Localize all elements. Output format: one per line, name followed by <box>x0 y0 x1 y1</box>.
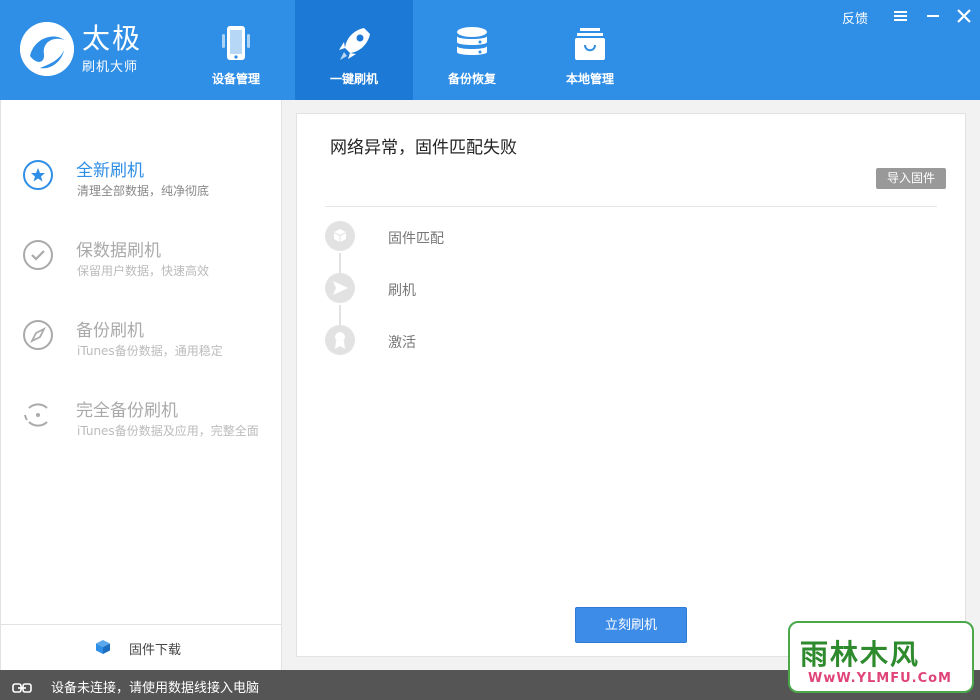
flash-now-button[interactable]: 立刻刷机 <box>575 607 687 643</box>
mode-title: 保数据刷机 <box>76 241 161 261</box>
box-icon <box>325 221 355 251</box>
divider <box>325 206 937 207</box>
firmware-download-button[interactable]: 固件下载 <box>1 624 282 670</box>
mode-subtitle: 保留用户数据，快速高效 <box>77 264 210 278</box>
watermark-url: WwW.YLMFU.CoM <box>808 671 952 686</box>
mode-keep-data-flash[interactable]: 保数据刷机 保留用户数据，快速高效 <box>1 230 282 300</box>
link-icon <box>12 679 32 693</box>
taiji-logo-icon <box>20 22 74 76</box>
app-logo: 太极 刷机大师 <box>20 22 160 78</box>
star-circle-icon <box>21 158 55 192</box>
connection-status: 设备未连接，请使用数据线接入电脑 <box>51 681 260 696</box>
flash-mode-sidebar: 全新刷机 清理全部数据，纯净彻底 保数据刷机 保留用户数据，快速高效 备份刷机 … <box>0 100 282 670</box>
mode-full-backup-flash[interactable]: 完全备份刷机 iTunes备份数据及应用，完整全面 <box>1 390 282 460</box>
watermark-logo: 雨林木风 WwW.YLMFU.CoM <box>788 621 974 693</box>
step-activate: 激活 <box>325 325 625 357</box>
mode-title: 全新刷机 <box>76 161 144 181</box>
step-connector <box>339 253 341 273</box>
bag-icon <box>572 24 608 64</box>
tab-label: 本地管理 <box>565 72 614 86</box>
sync-circle-icon <box>21 398 55 432</box>
minimize-icon[interactable] <box>922 6 944 26</box>
tab-label: 一键刷机 <box>329 72 378 86</box>
mode-title: 备份刷机 <box>76 321 144 341</box>
database-icon <box>454 24 490 64</box>
watermark-title: 雨林木风 <box>800 638 921 671</box>
logo-subtitle: 刷机大师 <box>82 60 139 75</box>
mode-backup-flash[interactable]: 备份刷机 iTunes备份数据，通用稳定 <box>1 310 282 380</box>
mode-clean-flash[interactable]: 全新刷机 清理全部数据，纯净彻底 <box>1 150 282 220</box>
tab-label: 设备管理 <box>211 72 260 86</box>
rocket-icon <box>336 24 372 64</box>
step-connector <box>339 305 341 325</box>
tab-device-management[interactable]: 设备管理 <box>177 0 295 100</box>
send-icon <box>325 273 355 303</box>
mode-title: 完全备份刷机 <box>76 401 178 421</box>
mode-subtitle: 清理全部数据，纯净彻底 <box>77 184 210 198</box>
tab-local-management[interactable]: 本地管理 <box>531 0 649 100</box>
cube-icon <box>95 639 111 655</box>
compass-icon <box>21 318 55 352</box>
close-icon[interactable] <box>953 6 975 26</box>
step-label: 刷机 <box>388 283 416 299</box>
firmware-download-label: 固件下载 <box>129 643 182 658</box>
badge-icon <box>325 325 355 355</box>
logo-title: 太极 <box>82 22 143 55</box>
step-label: 激活 <box>388 335 416 351</box>
tab-one-click-flash[interactable]: 一键刷机 <box>295 0 413 100</box>
app-header: 太极 刷机大师 设备管理 一键刷机 备份恢复 本地管理 反馈 <box>0 0 980 100</box>
step-firmware-match: 固件匹配 <box>325 221 625 253</box>
step-label: 固件匹配 <box>388 231 444 247</box>
mode-subtitle: iTunes备份数据及应用，完整全面 <box>77 424 259 438</box>
tab-backup-restore[interactable]: 备份恢复 <box>413 0 531 100</box>
step-flash: 刷机 <box>325 273 625 305</box>
check-circle-icon <box>21 238 55 272</box>
flash-panel: 网络异常，固件匹配失败 导入固件 固件匹配 刷机 激活 立刻刷机 <box>296 113 966 657</box>
mode-subtitle: iTunes备份数据，通用稳定 <box>77 344 223 358</box>
tab-label: 备份恢复 <box>447 72 496 86</box>
phone-icon <box>218 24 254 64</box>
feedback-link[interactable]: 反馈 <box>842 8 868 27</box>
import-firmware-button[interactable]: 导入固件 <box>876 168 946 189</box>
menu-icon[interactable] <box>890 6 912 26</box>
status-title: 网络异常，固件匹配失败 <box>330 138 517 158</box>
